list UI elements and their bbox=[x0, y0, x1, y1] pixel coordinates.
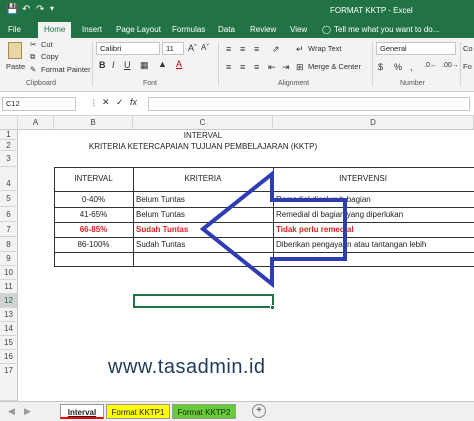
watermark-text: www.tasadmin.id bbox=[108, 356, 266, 378]
merge-center-button[interactable]: Merge & Center bbox=[308, 62, 361, 71]
prev-sheet-icon[interactable]: ◀ bbox=[8, 406, 15, 417]
window-title: FORMAT KKTP - Excel bbox=[330, 6, 413, 15]
tab-file[interactable]: File bbox=[8, 25, 21, 34]
left-arrow-shape bbox=[199, 169, 347, 289]
title-bar: 💾 ↶ ↷ ▾ FORMAT KKTP - Excel bbox=[0, 0, 474, 22]
percent-button[interactable]: % bbox=[394, 62, 402, 72]
redo-icon[interactable]: ↷ bbox=[36, 4, 44, 15]
tab-home[interactable]: Home bbox=[38, 22, 72, 38]
ribbon: Paste ✂ Cut ⧉ Copy ✎ Format Painter Clip… bbox=[0, 38, 474, 92]
worksheet-grid[interactable]: A B C D 1 2 3 4 5 6 7 8 9 10 11 12 13 14… bbox=[0, 116, 474, 401]
tab-view[interactable]: View bbox=[290, 25, 307, 34]
shrink-font-icon[interactable]: Aˇ bbox=[201, 43, 209, 52]
cut-button[interactable]: Cut bbox=[41, 40, 53, 49]
wrap-text-button[interactable]: Wrap Text bbox=[308, 44, 342, 53]
clipboard-icon bbox=[8, 42, 22, 59]
align-middle-icon[interactable]: ≡ bbox=[240, 44, 245, 54]
format-painter-button[interactable]: Format Painter bbox=[41, 65, 91, 74]
add-sheet-button[interactable]: + bbox=[252, 404, 266, 418]
tab-page-layout[interactable]: Page Layout bbox=[116, 25, 161, 34]
number-format-select[interactable]: General bbox=[376, 42, 456, 55]
align-bottom-icon[interactable]: ≡ bbox=[254, 44, 259, 54]
formula-bar: C12 ⋮ ✕ ✓ fx bbox=[0, 92, 474, 116]
more-icon: ⋮ bbox=[90, 98, 98, 107]
comma-button[interactable]: , bbox=[410, 62, 413, 72]
next-sheet-icon[interactable]: ▶ bbox=[24, 406, 31, 417]
tab-formulas[interactable]: Formulas bbox=[172, 25, 205, 34]
align-top-icon[interactable]: ≡ bbox=[226, 44, 231, 54]
tab-data[interactable]: Data bbox=[218, 25, 235, 34]
customize-icon[interactable]: ▾ bbox=[50, 4, 54, 13]
copy-button[interactable]: Copy bbox=[41, 52, 59, 61]
tell-me-box[interactable]: Tell me what you want to do... bbox=[334, 25, 439, 34]
bold-button[interactable]: B bbox=[99, 60, 106, 70]
paste-label: Paste bbox=[6, 62, 26, 71]
decrease-decimal-icon[interactable]: .00→ bbox=[442, 62, 459, 69]
fill-color-icon[interactable]: ▲ bbox=[158, 59, 167, 69]
lightbulb-icon: ◯ bbox=[322, 25, 331, 34]
insert-function-button[interactable]: fx bbox=[130, 97, 137, 107]
decrease-indent-icon[interactable]: ⇤ bbox=[268, 62, 276, 73]
align-left-icon[interactable]: ≡ bbox=[226, 62, 231, 72]
orientation-icon[interactable]: ⇗ bbox=[272, 44, 280, 55]
formula-input[interactable] bbox=[148, 97, 470, 111]
name-box[interactable]: C12 bbox=[2, 97, 76, 111]
font-size-select[interactable]: 11 bbox=[162, 42, 184, 55]
font-size-value: 11 bbox=[166, 44, 174, 53]
number-group-label: Number bbox=[400, 80, 425, 87]
undo-icon[interactable]: ↶ bbox=[22, 4, 30, 15]
number-format-value: General bbox=[380, 44, 407, 53]
alignment-group-label: Alignment bbox=[278, 80, 310, 87]
borders-icon[interactable]: ▦ bbox=[140, 60, 149, 71]
divider bbox=[372, 42, 373, 86]
currency-button[interactable]: $ bbox=[378, 62, 383, 72]
increase-indent-icon[interactable]: ⇥ bbox=[282, 62, 290, 73]
font-group-label: Font bbox=[143, 80, 158, 87]
tab-review[interactable]: Review bbox=[250, 25, 276, 34]
ribbon-tab-bar: File Home Insert Page Layout Formulas Da… bbox=[0, 22, 474, 38]
format-painter-icon: ✎ bbox=[30, 65, 37, 74]
divider bbox=[92, 42, 93, 86]
copy-icon: ⧉ bbox=[30, 52, 36, 61]
cut-icon: ✂ bbox=[30, 40, 37, 49]
name-box-value: C12 bbox=[6, 99, 20, 108]
enter-icon[interactable]: ✓ bbox=[116, 97, 124, 108]
font-name-value: Calibri bbox=[100, 44, 122, 53]
align-right-icon[interactable]: ≡ bbox=[254, 62, 259, 72]
sheet-tab-format-kktp2[interactable]: Format KKTP2 bbox=[172, 404, 236, 419]
sheet-tab-label: Interval bbox=[67, 408, 97, 417]
divider bbox=[218, 42, 219, 86]
merge-icon: ⊞ bbox=[296, 62, 304, 72]
sheet-tab-bar: ◀ ▶ Interval Format KKTP1 Format KKTP2 + bbox=[0, 401, 474, 421]
cancel-icon[interactable]: ✕ bbox=[102, 97, 110, 108]
font-color-icon[interactable]: A bbox=[176, 59, 182, 69]
sheet-tab-label: Format KKTP1 bbox=[111, 408, 165, 417]
save-icon[interactable]: 💾 bbox=[6, 4, 18, 15]
align-center-icon[interactable]: ≡ bbox=[240, 62, 245, 72]
font-name-select[interactable]: Calibri bbox=[96, 42, 160, 55]
underline-button[interactable]: U bbox=[124, 60, 131, 70]
format-as-table-button[interactable]: Fo bbox=[463, 62, 472, 71]
grow-font-icon[interactable]: Aˆ bbox=[188, 43, 197, 53]
sheet-tab-label: Format KKTP2 bbox=[177, 408, 231, 417]
tab-insert[interactable]: Insert bbox=[82, 25, 102, 34]
clipboard-group-label: Clipboard bbox=[26, 80, 56, 87]
sheet-tab-interval[interactable]: Interval bbox=[60, 404, 104, 419]
paste-button[interactable]: Paste bbox=[4, 42, 26, 78]
excel-window: 💾 ↶ ↷ ▾ FORMAT KKTP - Excel File Home In… bbox=[0, 0, 474, 421]
italic-button[interactable]: I bbox=[112, 60, 115, 70]
wrap-text-icon: ↵ bbox=[296, 44, 304, 54]
sheet-tab-format-kktp1[interactable]: Format KKTP1 bbox=[106, 404, 170, 419]
increase-decimal-icon[interactable]: .0← bbox=[424, 62, 437, 69]
divider bbox=[460, 42, 461, 86]
conditional-formatting-button[interactable]: Co bbox=[463, 44, 473, 53]
